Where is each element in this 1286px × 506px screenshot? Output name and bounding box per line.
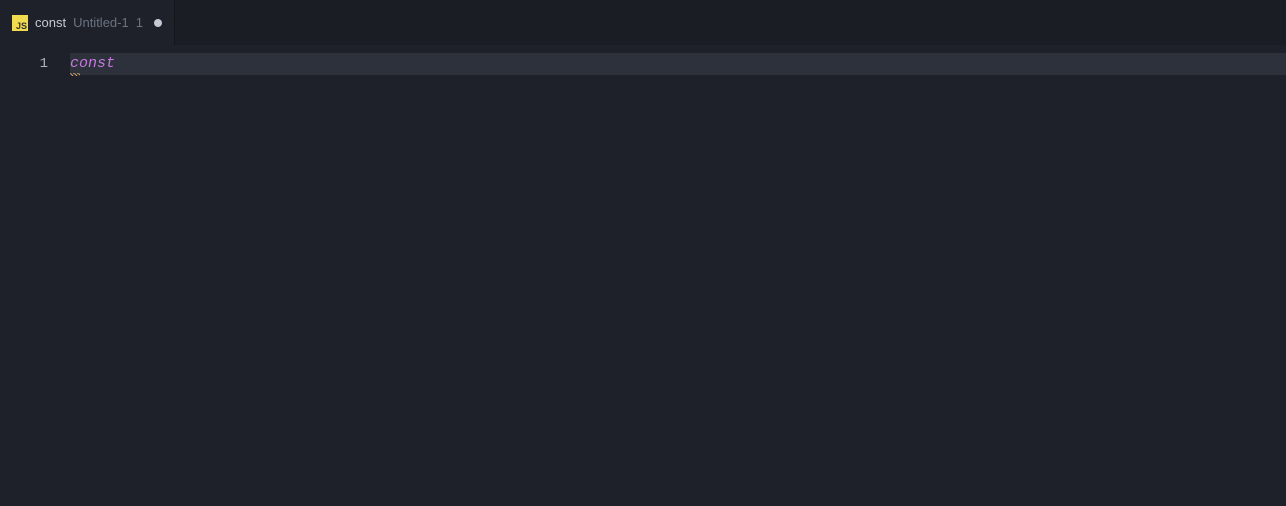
tab-title: const — [35, 15, 66, 30]
unsaved-indicator-icon[interactable] — [154, 19, 162, 27]
js-icon-label: JS — [16, 22, 27, 31]
code-area[interactable]: const — [70, 45, 1286, 506]
line-number[interactable]: 1 — [0, 53, 48, 75]
javascript-file-icon: JS — [12, 15, 28, 31]
line-number-gutter: 1 — [0, 45, 70, 506]
warning-squiggle-icon — [70, 73, 80, 76]
editor-pane: 1 const — [0, 45, 1286, 506]
tab-bar: JS const Untitled-1 1 — [0, 0, 1286, 45]
code-line[interactable]: const — [70, 53, 1286, 75]
keyword-token: const — [70, 53, 115, 75]
editor-tab[interactable]: JS const Untitled-1 1 — [0, 0, 175, 45]
tab-index: 1 — [136, 15, 143, 30]
tab-filename: Untitled-1 — [73, 15, 129, 30]
